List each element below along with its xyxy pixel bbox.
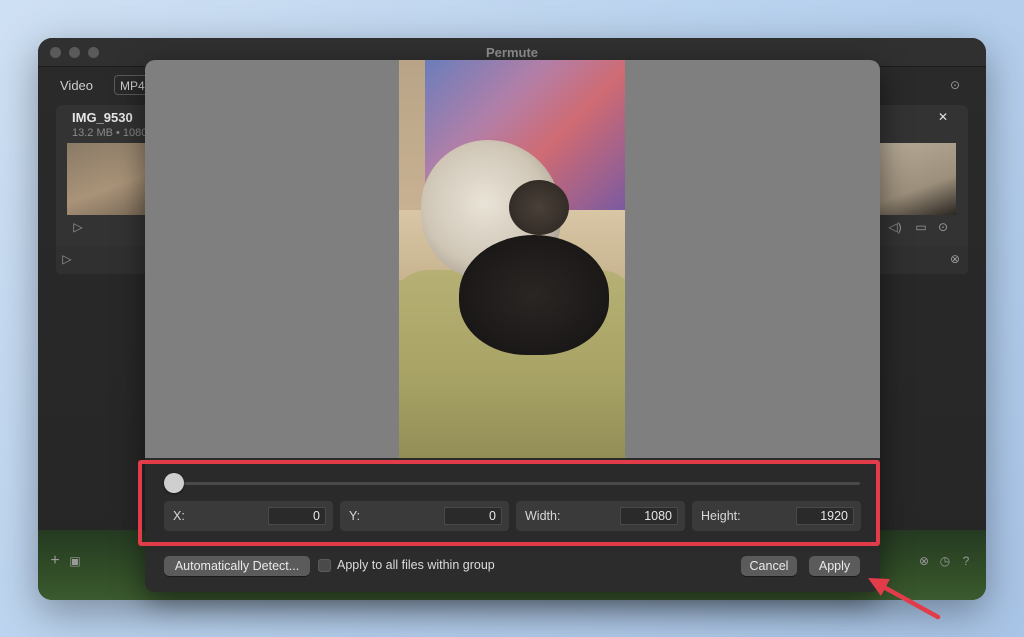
y-input[interactable]: 0 (444, 507, 502, 525)
x-label: X: (173, 509, 185, 523)
crop-sheet: X: 0 Y: 0 Width: 1080 Height: 1920 Autom… (145, 60, 880, 592)
timeline-slider-track[interactable] (170, 482, 860, 485)
x-input[interactable]: 0 (268, 507, 326, 525)
speaker-icon[interactable]: ◁) (888, 220, 902, 234)
black-cat (459, 235, 609, 355)
timeline-slider-knob[interactable] (164, 473, 184, 493)
cancel-button[interactable]: Cancel (741, 556, 797, 576)
file-meta: 13.2 MB • 1080 (72, 127, 148, 139)
apply-all-label: Apply to all files within group (337, 558, 495, 572)
auto-detect-button[interactable]: Automatically Detect... (164, 556, 310, 576)
y-label: Y: (349, 509, 361, 523)
y-field: Y: 0 (340, 501, 509, 531)
width-field: Width: 1080 (516, 501, 685, 531)
thumbnail-left (67, 143, 147, 215)
thumbnail-right (879, 143, 956, 215)
close-icon[interactable]: ⊗ (948, 252, 962, 266)
video-frame (399, 60, 625, 458)
file-title: IMG_9530 (72, 110, 133, 125)
width-label: Width: (525, 509, 561, 523)
remove-file-icon[interactable]: ✕ (936, 110, 950, 124)
cat-head (509, 180, 569, 235)
height-input[interactable]: 1920 (796, 507, 854, 525)
window-title: Permute (485, 45, 539, 60)
video-preview (145, 60, 880, 458)
forward-icon[interactable]: ⊙ (948, 78, 962, 92)
width-input[interactable]: 1080 (620, 507, 678, 525)
sheet-footer: Automatically Detect... Apply to all fil… (145, 552, 880, 592)
x-field: X: 0 (164, 501, 333, 531)
preview-icon[interactable]: ▣ (68, 554, 82, 568)
apply-all-checkbox[interactable] (318, 559, 331, 572)
annotation-arrow-icon (868, 578, 941, 620)
toolbar-video-label: Video (60, 78, 94, 93)
height-field: Height: 1920 (692, 501, 861, 531)
play-icon[interactable]: ▷ (60, 252, 74, 266)
forward-icon[interactable]: ⊙ (936, 220, 950, 234)
help-icon[interactable]: ? (959, 554, 973, 568)
plus-icon[interactable]: + (48, 553, 62, 569)
play-icon[interactable]: ▷ (71, 220, 85, 234)
share-icon[interactable]: ▭ (914, 220, 928, 234)
apply-button[interactable]: Apply (809, 556, 860, 576)
height-label: Height: (701, 509, 741, 523)
crop-controls: X: 0 Y: 0 Width: 1080 Height: 1920 (145, 458, 880, 552)
